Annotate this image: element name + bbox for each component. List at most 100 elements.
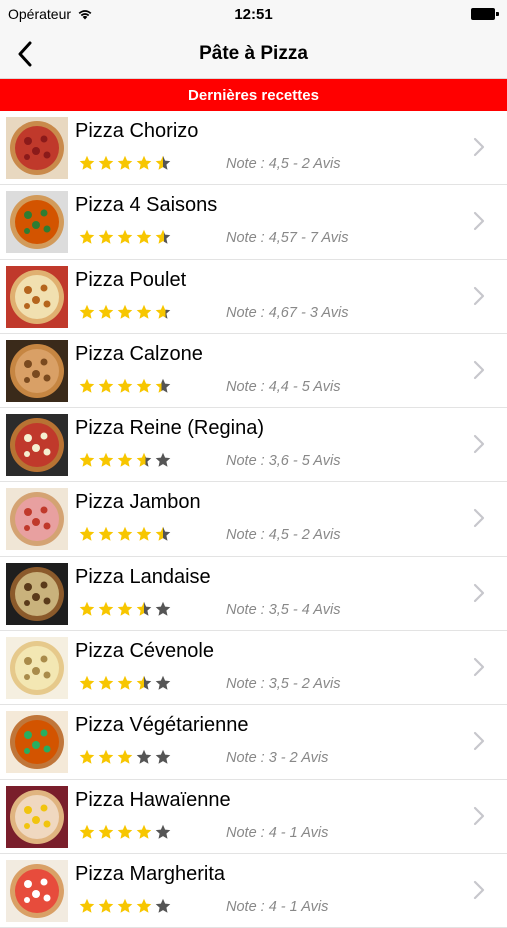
star-icon	[117, 155, 133, 170]
chevron-right-icon	[473, 880, 485, 900]
star-icon	[79, 675, 95, 690]
recipe-row[interactable]: Pizza Végétarienne Note : 3 - 2 Avis	[0, 705, 507, 780]
star-icon	[155, 824, 171, 839]
recipe-title: Pizza 4 Saisons	[75, 194, 218, 217]
recipe-title: Pizza Chorizo	[75, 120, 199, 142]
star-rating	[79, 452, 171, 468]
star-icon	[117, 824, 133, 839]
recipe-thumbnail	[6, 265, 68, 328]
recipe-title: Pizza Végétarienne	[75, 714, 249, 737]
star-icon	[98, 750, 114, 765]
recipe-title: Pizza Reine (Regina)	[75, 417, 264, 440]
recipe-row[interactable]: Pizza Poulet Note : 4,67 - 3 Avis	[0, 259, 507, 334]
recipe-note: Note : 3 - 2 Avis	[226, 750, 329, 767]
star-icon	[98, 675, 114, 690]
recipe-note: Note : 4,57 - 7 Avis	[226, 230, 349, 247]
section-header: Dernières recettes	[0, 79, 507, 111]
page-title: Pâte à Pizza	[199, 43, 308, 64]
chevron-right-icon	[473, 732, 485, 751]
recipe-thumbnail	[6, 562, 68, 625]
chevron-right-icon	[473, 583, 485, 602]
recipe-row[interactable]: Pizza Jambon Note : 4,5 - 2 Avis	[0, 482, 507, 557]
recipe-row[interactable]: Pizza Landaise Note : 3,5 - 4 Avis	[0, 556, 507, 632]
star-icon	[117, 230, 133, 245]
star-rating	[79, 898, 171, 914]
recipe-note: Note : 3,5 - 2 Avis	[226, 676, 341, 693]
clock: 12:51	[234, 6, 273, 23]
recipe-note: Note : 3,6 - 5 Avis	[226, 453, 341, 470]
star-rating	[79, 824, 171, 840]
recipe-title: Pizza Jambon	[75, 491, 201, 514]
star-icon	[117, 898, 133, 913]
chevron-right-icon	[473, 435, 485, 454]
star-icon	[155, 527, 171, 542]
star-icon	[117, 527, 133, 542]
star-icon	[79, 824, 95, 839]
star-rating	[79, 675, 171, 691]
star-rating	[79, 601, 171, 617]
star-icon	[98, 601, 114, 616]
recipe-note: Note : 4,67 - 3 Avis	[226, 304, 349, 321]
star-icon	[136, 304, 152, 319]
star-icon	[136, 378, 152, 393]
star-icon	[79, 527, 95, 542]
star-icon	[155, 452, 171, 467]
chevron-right-icon	[473, 360, 485, 379]
star-icon	[79, 898, 95, 913]
star-icon	[117, 378, 133, 393]
star-icon	[98, 155, 114, 170]
star-icon	[155, 898, 171, 913]
recipe-row[interactable]: Pizza Chorizo Note : 4,5 - 2 Avis	[0, 111, 507, 186]
star-icon	[136, 452, 152, 467]
chevron-right-icon	[473, 509, 485, 528]
chevron-right-icon	[473, 286, 485, 305]
star-icon	[98, 378, 114, 393]
recipe-row[interactable]: Pizza Cévenole Note : 3,5 - 2 Avis	[0, 631, 507, 706]
section-title: Dernières recettes	[188, 86, 319, 104]
recipe-title: Pizza Landaise	[75, 565, 211, 588]
star-icon	[79, 750, 95, 765]
star-icon	[98, 452, 114, 467]
recipe-row[interactable]: Pizza Hawaïenne Note : 4 - 1 Avis	[0, 779, 507, 854]
star-icon	[136, 601, 152, 616]
recipe-thumbnail	[6, 637, 68, 700]
recipe-title: Pizza Hawaïenne	[75, 788, 231, 811]
recipe-row[interactable]: Pizza Reine (Regina) Note : 3,6 - 5 Avis	[0, 408, 507, 483]
recipe-note: Note : 4,5 - 2 Avis	[226, 527, 341, 544]
recipe-note: Note : 4,5 - 2 Avis	[226, 156, 341, 172]
recipe-thumbnail	[6, 117, 68, 179]
navigation-bar: Pâte à Pizza	[0, 30, 507, 79]
star-icon	[136, 230, 152, 245]
star-icon	[79, 230, 95, 245]
star-rating	[79, 155, 171, 171]
star-icon	[79, 304, 95, 319]
star-icon	[136, 155, 152, 170]
chevron-right-icon	[473, 806, 485, 825]
star-icon	[98, 527, 114, 542]
star-icon	[136, 824, 152, 839]
star-icon	[136, 898, 152, 913]
star-icon	[117, 304, 133, 319]
star-icon	[136, 750, 152, 765]
recipe-thumbnail	[6, 711, 68, 774]
star-icon	[117, 601, 133, 616]
star-icon	[155, 601, 171, 616]
star-icon	[79, 155, 95, 170]
star-rating	[79, 526, 171, 542]
star-icon	[98, 898, 114, 913]
recipe-thumbnail	[6, 488, 68, 551]
star-icon	[98, 304, 114, 319]
recipe-thumbnail	[6, 414, 68, 477]
recipe-row[interactable]: Pizza Margherita Note : 4 - 1 Avis	[0, 853, 507, 928]
recipe-row[interactable]: Pizza 4 Saisons Note : 4,57 - 7 Avis	[0, 185, 507, 260]
recipe-thumbnail	[6, 859, 68, 922]
star-icon	[79, 601, 95, 616]
status-bar: Opérateur 12:51	[0, 0, 507, 30]
chevron-right-icon	[473, 212, 485, 231]
star-rating	[79, 304, 171, 320]
star-rating	[79, 749, 171, 765]
recipe-row[interactable]: Pizza Calzone Note : 4,4 - 5 Avis	[0, 333, 507, 409]
star-icon	[136, 675, 152, 690]
recipe-list: Pizza Chorizo Note : 4,5 - 2 Avis Pizza 4 …	[0, 111, 507, 928]
recipe-title: Pizza Cévenole	[75, 640, 214, 663]
